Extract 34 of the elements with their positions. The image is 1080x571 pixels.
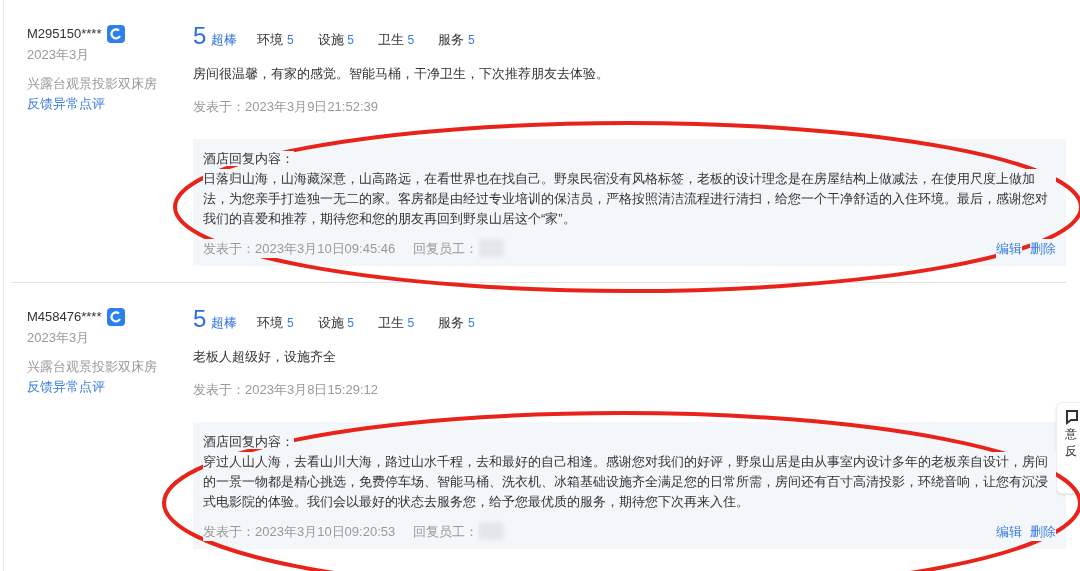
sub-score: 设施 5 — [317, 314, 354, 332]
room-type: 兴露台观景投影双床房 — [27, 75, 158, 93]
overall-score: 5 — [193, 24, 207, 48]
review-month: 2023年3月 — [27, 328, 91, 347]
review-month: 2023年3月 — [27, 45, 91, 64]
member-badge-icon — [107, 307, 126, 326]
reply-time: 发表于：2023年3月10日09:45:46 — [203, 238, 396, 258]
reply-title: 酒店回复内容： — [203, 150, 294, 166]
reply-action-link[interactable]: 删除 — [1030, 238, 1056, 258]
review-text: 老板人超级好，设施齐全 — [193, 347, 337, 366]
side-widget[interactable]: 意 反 — [1056, 402, 1080, 494]
sub-score: 环境 5 — [257, 31, 294, 49]
sub-score: 服务 5 — [438, 314, 475, 332]
sub-score: 设施 5 — [317, 31, 354, 49]
review-text: 房间很温馨，有家的感觉。智能马桶，干净卫生，下次推荐朋友去体验。 — [193, 64, 610, 83]
posted-time: 发表于：2023年3月9日21:52:39 — [193, 98, 379, 116]
member-badge-icon — [107, 24, 126, 43]
sub-score: 卫生 5 — [378, 314, 415, 332]
score-label: 超棒 — [211, 31, 238, 49]
side-widget-text: 反 — [1065, 443, 1078, 459]
feedback-link[interactable]: 反馈异常点评 — [27, 95, 105, 111]
reply-title: 酒店回复内容： — [203, 433, 294, 449]
sub-score: 服务 5 — [438, 31, 475, 49]
overall-score: 5 — [193, 307, 207, 331]
room-type: 兴露台观景投影双床房 — [27, 358, 158, 376]
side-widget-text: 意 — [1065, 426, 1078, 442]
sub-score: 环境 5 — [257, 314, 294, 332]
chat-icon — [1065, 409, 1079, 425]
sub-score: 卫生 5 — [378, 31, 415, 49]
posted-time: 发表于：2023年3月8日15:29:12 — [193, 381, 379, 399]
username: M458476**** — [27, 308, 102, 326]
username: M295150**** — [27, 25, 102, 43]
feedback-link[interactable]: 反馈异常点评 — [27, 378, 105, 394]
score-label: 超棒 — [211, 314, 238, 332]
